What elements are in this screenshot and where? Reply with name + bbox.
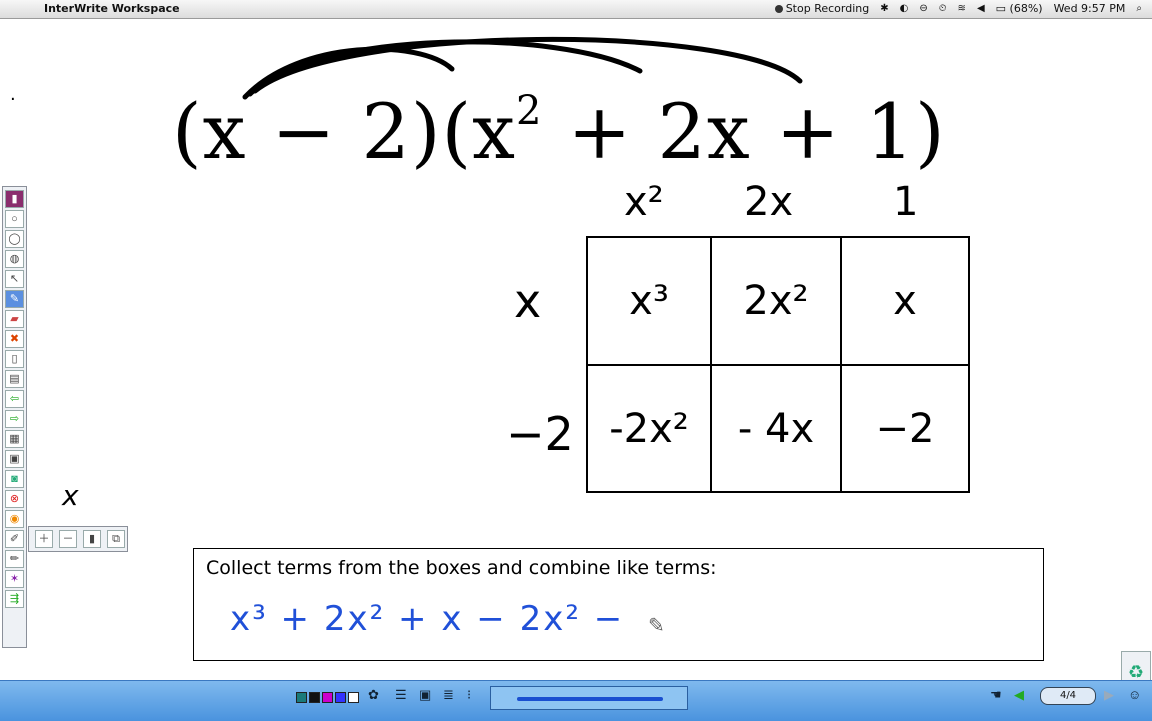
page-indicator[interactable]: 4/4 bbox=[1040, 687, 1096, 705]
pencil-icon[interactable]: ✏ bbox=[5, 550, 24, 568]
circle-tool-icon[interactable]: ◯ bbox=[5, 230, 24, 248]
polynomial-expression: (x − 2)(x2 + 2x + 1) bbox=[172, 87, 946, 176]
bluetooth-icon[interactable]: ✱ bbox=[880, 3, 888, 14]
save-icon[interactable]: ▣ bbox=[5, 450, 24, 468]
line-width-fill bbox=[517, 697, 663, 701]
grid-cell: 2x² bbox=[711, 237, 841, 365]
tools-icon[interactable]: ✐ bbox=[5, 530, 24, 548]
column-header: 1 bbox=[893, 179, 919, 225]
row-header: x bbox=[514, 274, 542, 328]
pen-icon[interactable]: ▮ bbox=[5, 190, 24, 208]
eraser-icon[interactable]: ▰ bbox=[5, 310, 24, 328]
pages-icon[interactable]: ▦ bbox=[5, 430, 24, 448]
grid-cell: - 4x bbox=[711, 365, 841, 492]
add-icon[interactable]: ＋ bbox=[35, 530, 53, 548]
record-icon bbox=[774, 5, 783, 13]
close-icon[interactable]: ⊗ bbox=[5, 490, 24, 508]
stray-x-mark: x bbox=[62, 479, 79, 512]
menu-bar: InterWrite Workspace Stop Recording ✱ ◐ … bbox=[0, 0, 1152, 19]
capture-icon[interactable]: ◉ bbox=[5, 510, 24, 528]
tool-palette: ▮ ○ ◯ ◍ ↖ ✎ ▰ ✖ ▯ ▤ ⇦ ⇨ ▦ ▣ ◙ ⊗ ◉ ✐ ✏ ✶ … bbox=[2, 186, 27, 648]
student-work: x³ + 2x² + x − 2x² − bbox=[230, 599, 625, 639]
color-swatch-blue[interactable] bbox=[335, 692, 346, 703]
forward-icon[interactable]: ⇨ bbox=[5, 410, 24, 428]
grid-icon[interactable]: ⁝ bbox=[467, 687, 471, 703]
remove-icon[interactable]: － bbox=[59, 530, 77, 548]
mouse-icon[interactable]: ◍ bbox=[5, 250, 24, 268]
bottom-toolbar: ✿ ☰ ▣ ≣ ⁝ ☚ ◀ 4/4 ▶ ☺ bbox=[0, 680, 1152, 721]
whiteboard-canvas[interactable]: · (x − 2)(x2 + 2x + 1) x² 2x 1 x −2 x³ 2… bbox=[0, 19, 1152, 695]
battery-indicator[interactable]: ▭ (68%) bbox=[996, 2, 1043, 15]
grid-cell: -2x² bbox=[587, 365, 711, 492]
color-swatch-magenta[interactable] bbox=[322, 692, 333, 703]
pen-cursor-icon: ✎ bbox=[648, 615, 665, 637]
prev-icon[interactable]: ◀ bbox=[1014, 687, 1024, 703]
export-icon[interactable]: ⇶ bbox=[5, 590, 24, 608]
instruction-box[interactable]: Collect terms from the boxes and combine… bbox=[193, 548, 1044, 661]
row-header: −2 bbox=[506, 407, 574, 461]
thick-lines-icon[interactable]: ≣ bbox=[443, 687, 454, 703]
lines-icon[interactable]: ☰ bbox=[395, 687, 407, 703]
time-machine-icon[interactable]: ◐ bbox=[900, 3, 909, 14]
search-icon[interactable]: ⌕ bbox=[1136, 3, 1142, 14]
clock-icon[interactable]: ⏲ bbox=[939, 3, 947, 14]
stop-recording-button[interactable]: Stop Recording bbox=[774, 2, 869, 15]
hand-icon[interactable]: ☚ bbox=[990, 687, 1002, 703]
grid-cell: x bbox=[841, 237, 969, 365]
next-icon[interactable]: ▶ bbox=[1104, 687, 1114, 703]
copy-icon[interactable]: ⧉ bbox=[107, 530, 125, 548]
color-swatch-white[interactable] bbox=[348, 692, 359, 703]
column-header: 2x bbox=[744, 179, 794, 225]
sync-icon[interactable]: ⊖ bbox=[919, 3, 927, 14]
select-icon[interactable]: ↖ bbox=[5, 270, 24, 288]
palette-icon[interactable]: ✿ bbox=[368, 687, 379, 703]
menu-bar-extras: Stop Recording ✱ ◐ ⊖ ⏲ ≋ ◀ ▭ (68%) Wed 9… bbox=[774, 2, 1142, 15]
app-name[interactable]: InterWrite Workspace bbox=[44, 2, 180, 15]
insert-icon[interactable]: ▤ bbox=[5, 370, 24, 388]
pen-tool-icon[interactable]: ✎ bbox=[5, 290, 24, 308]
back-icon[interactable]: ⇦ bbox=[5, 390, 24, 408]
battery-icon: ▭ bbox=[995, 2, 1010, 15]
magic-icon[interactable]: ✶ bbox=[5, 570, 24, 588]
delete-icon[interactable]: ✖ bbox=[5, 330, 24, 348]
column-header: x² bbox=[624, 179, 664, 225]
instruction-title: Collect terms from the boxes and combine… bbox=[206, 557, 717, 579]
wifi-icon[interactable]: ≋ bbox=[958, 3, 966, 14]
color-swatch-black[interactable] bbox=[309, 692, 320, 703]
area-model-grid: x³ 2x² x -2x² - 4x −2 bbox=[586, 236, 970, 493]
color-swatch-teal[interactable] bbox=[296, 692, 307, 703]
screen-icon[interactable]: ◙ bbox=[5, 470, 24, 488]
grid-cell: −2 bbox=[841, 365, 969, 492]
new-page-icon[interactable]: ▯ bbox=[5, 350, 24, 368]
people-icon[interactable]: ☺ bbox=[1128, 687, 1141, 702]
line-width-slider[interactable] bbox=[490, 686, 688, 710]
volume-icon[interactable]: ◀ bbox=[977, 3, 985, 14]
menu-clock[interactable]: Wed 9:57 PM bbox=[1054, 2, 1126, 15]
stray-dot: · bbox=[10, 89, 16, 110]
page-controls: ＋ － ▮ ⧉ bbox=[28, 526, 128, 552]
page-icon[interactable]: ▮ bbox=[83, 530, 101, 548]
grid-cell: x³ bbox=[587, 237, 711, 365]
layout-icon[interactable]: ▣ bbox=[419, 687, 431, 703]
highlighter-icon[interactable]: ○ bbox=[5, 210, 24, 228]
